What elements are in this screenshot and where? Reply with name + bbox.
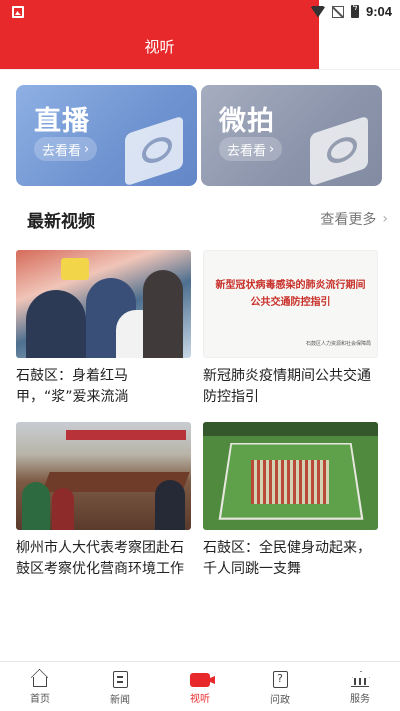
wifi-icon <box>310 5 325 18</box>
status-bar: 9:04 <box>0 0 400 69</box>
home-icon <box>33 677 47 687</box>
video-title[interactable]: 新冠肺炎疫情期间公共交通防控指引 <box>203 366 378 408</box>
ask-icon: ? <box>272 671 288 688</box>
title-bar: 视听 <box>0 24 319 69</box>
service-icon <box>351 671 369 687</box>
status-time: 9:04 <box>365 4 392 19</box>
video-item[interactable]: 新型冠状病毒感染的肺炎流行期间 公共交通防控指引 石鼓区人力资源和社会保障局 新… <box>203 250 378 408</box>
micro-go-button[interactable]: 去看看 › <box>219 137 283 161</box>
video-thumbnail[interactable] <box>16 422 191 530</box>
header-divider <box>0 69 400 70</box>
video-thumbnail[interactable] <box>16 250 191 358</box>
chevron-right-icon: › <box>382 211 388 227</box>
battery-charging-icon <box>350 3 359 18</box>
video-thumbnail[interactable]: 新型冠状病毒感染的肺炎流行期间 公共交通防控指引 石鼓区人力资源和社会保障局 <box>203 250 378 358</box>
thumbnail-headline-1: 新型冠状病毒感染的肺炎流行期间 <box>215 280 366 291</box>
video-title[interactable]: 柳州市人大代表考察团赴石鼓区考察优化营商环境工作 <box>16 538 191 580</box>
tab-label: 新闻 <box>110 695 130 706</box>
tab-label: 服务 <box>350 694 370 705</box>
tab-label: 问政 <box>270 695 290 706</box>
page-title: 视听 <box>144 38 175 56</box>
video-icon <box>190 673 210 687</box>
tab-ask[interactable]: ? 问政 <box>240 662 320 711</box>
live-card-illustration <box>125 115 183 186</box>
chevron-right-icon: › <box>269 141 275 157</box>
no-signal-icon <box>331 5 344 18</box>
tab-label: 视听 <box>190 694 210 705</box>
live-go-label: 去看看 <box>42 143 82 159</box>
live-card-title: 直播 <box>34 106 90 137</box>
tab-news[interactable]: 新闻 <box>80 662 160 711</box>
live-card[interactable]: 直播 去看看 › <box>16 85 197 186</box>
video-item[interactable]: 柳州市人大代表考察团赴石鼓区考察优化营商环境工作 <box>16 422 191 580</box>
tab-video[interactable]: 视听 <box>160 662 240 711</box>
image-notification-icon <box>12 6 24 18</box>
news-icon <box>112 671 128 688</box>
bottom-tab-bar: 首页 新闻 视听 ? 问政 服务 <box>0 661 400 711</box>
video-item[interactable]: 石鼓区：身着红马甲，“浆”爱来流淌 <box>16 250 191 408</box>
micro-video-card[interactable]: 微拍 去看看 › <box>201 85 382 186</box>
video-thumbnail[interactable] <box>203 422 378 530</box>
see-more-link[interactable]: 查看更多 › <box>320 209 388 229</box>
thumbnail-org: 石鼓区人力资源和社会保障局 <box>305 341 371 347</box>
section-title: 最新视频 <box>27 212 95 232</box>
thumbnail-headline-2: 公共交通防控指引 <box>250 297 331 308</box>
chevron-right-icon: › <box>84 141 90 157</box>
micro-card-illustration <box>310 115 368 186</box>
micro-go-label: 去看看 <box>227 143 267 159</box>
title-bar-right <box>319 24 400 69</box>
tab-service[interactable]: 服务 <box>320 662 400 711</box>
status-icons: 9:04 <box>310 3 392 19</box>
live-go-button[interactable]: 去看看 › <box>34 137 98 161</box>
video-title[interactable]: 石鼓区：身着红马甲，“浆”爱来流淌 <box>16 366 191 408</box>
micro-card-title: 微拍 <box>219 106 275 137</box>
video-item[interactable]: 石鼓区：全民健身动起来，千人同跳一支舞 <box>203 422 378 580</box>
tab-label: 首页 <box>30 694 50 705</box>
see-more-label: 查看更多 <box>320 212 377 228</box>
tab-home[interactable]: 首页 <box>0 662 80 711</box>
video-title[interactable]: 石鼓区：全民健身动起来，千人同跳一支舞 <box>203 538 378 580</box>
